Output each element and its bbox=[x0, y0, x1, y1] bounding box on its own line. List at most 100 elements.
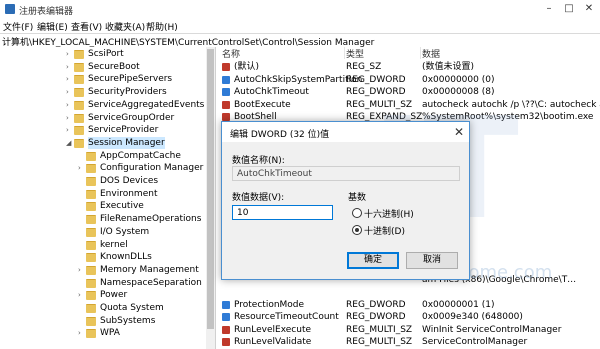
menu-view[interactable]: 查看(V) bbox=[71, 20, 102, 33]
value-row[interactable]: ProtectionMode REG_DWORD 0x00000001 (1) bbox=[216, 299, 600, 311]
menu-edit[interactable]: 编辑(E) bbox=[37, 20, 68, 33]
tree-item[interactable]: › ServiceAggregatedEvents bbox=[0, 99, 205, 111]
value-type: REG_MULTI_SZ bbox=[346, 324, 413, 335]
column-header-type[interactable]: 类型 bbox=[344, 47, 421, 60]
value-row[interactable]: ResourceTimeoutCount REG_DWORD 0x0009e340 … bbox=[216, 311, 600, 323]
binary-value-icon bbox=[222, 313, 230, 321]
tree-item-label[interactable]: WPA bbox=[100, 327, 120, 339]
value-row[interactable]: AutoChkSkipSystemPartition REG_DWORD 0x000… bbox=[216, 74, 600, 86]
tree-item[interactable]: › ServiceProvider bbox=[0, 124, 205, 136]
tree-item-label[interactable]: Quota System bbox=[100, 302, 164, 314]
collapsed-arrow-icon[interactable]: › bbox=[78, 327, 86, 339]
collapsed-arrow-icon[interactable]: › bbox=[66, 112, 74, 124]
tree-item-label[interactable]: SecurityProviders bbox=[88, 86, 167, 98]
tree-item[interactable]: Quota System bbox=[0, 302, 205, 314]
tree-item-label[interactable]: Executive bbox=[100, 200, 144, 212]
value-name: RunLevelExecute bbox=[234, 324, 312, 335]
cancel-button[interactable]: 取消 bbox=[406, 252, 458, 269]
folder-icon bbox=[74, 50, 84, 59]
tree-item-label[interactable]: ServiceProvider bbox=[88, 124, 158, 136]
collapsed-arrow-icon[interactable]: › bbox=[66, 73, 74, 85]
hex-radio-label[interactable]: 十六进制(H) bbox=[364, 207, 414, 220]
collapsed-arrow-icon[interactable]: › bbox=[66, 61, 74, 73]
maximize-icon[interactable]: □ bbox=[560, 0, 578, 18]
dialog-title-bar: 编辑 DWORD (32 位)值 ✕ bbox=[222, 122, 469, 142]
tree-item[interactable]: FileRenameOperations bbox=[0, 213, 205, 225]
collapsed-arrow-icon[interactable]: › bbox=[66, 48, 74, 60]
tree-item[interactable]: kernel bbox=[0, 239, 205, 251]
tree-item[interactable]: AppCompatCache bbox=[0, 150, 205, 162]
tree-item-label[interactable]: AppCompatCache bbox=[100, 150, 181, 162]
tree-item[interactable]: › SecurePipeServers bbox=[0, 73, 205, 85]
base-group-label: 基数 bbox=[348, 193, 367, 203]
column-header-name[interactable]: 名称 bbox=[216, 47, 345, 60]
tree-item[interactable]: › SecurityProviders bbox=[0, 86, 205, 98]
tree-item-label[interactable]: Power bbox=[100, 289, 127, 301]
tree-item[interactable]: KnownDLLs bbox=[0, 251, 205, 263]
tree-item-label[interactable]: KnownDLLs bbox=[100, 251, 152, 263]
tree-item[interactable]: › Configuration Manager bbox=[0, 162, 205, 174]
tree-item-label[interactable]: SecurePipeServers bbox=[88, 73, 172, 85]
tree-item-label[interactable]: ServiceAggregatedEvents bbox=[88, 99, 204, 111]
menu-help[interactable]: 帮助(H) bbox=[146, 20, 178, 33]
tree-item[interactable]: › SecureBoot bbox=[0, 61, 205, 73]
decimal-radio[interactable] bbox=[352, 225, 362, 235]
tree-item[interactable]: Executive bbox=[0, 200, 205, 212]
collapsed-arrow-icon[interactable]: › bbox=[66, 86, 74, 98]
window-title: 注册表编辑器 bbox=[19, 7, 74, 17]
value-data-input[interactable]: 10 bbox=[232, 205, 333, 220]
folder-icon bbox=[74, 75, 84, 85]
tree-item[interactable]: DOS Devices bbox=[0, 175, 205, 187]
collapsed-arrow-icon[interactable]: › bbox=[78, 264, 86, 276]
menu-file[interactable]: 文件(F) bbox=[3, 20, 33, 33]
tree-scrollbar-thumb[interactable] bbox=[207, 49, 214, 329]
tree-item-label[interactable]: NamespaceSeparation bbox=[100, 277, 202, 289]
folder-icon bbox=[86, 189, 96, 199]
tree-item-label[interactable]: SecureBoot bbox=[88, 61, 140, 73]
tree-item[interactable]: ◢ Session Manager bbox=[0, 136, 205, 149]
expanded-arrow-icon[interactable]: ◢ bbox=[66, 137, 74, 149]
tree-item-label[interactable]: ServiceGroupOrder bbox=[88, 112, 174, 124]
tree-item[interactable]: › Memory Management bbox=[0, 264, 205, 276]
tree-item[interactable]: › Power bbox=[0, 289, 205, 301]
tree-item-label[interactable]: kernel bbox=[100, 239, 128, 251]
close-icon[interactable]: ✕ bbox=[580, 0, 598, 18]
tree-item-label[interactable]: DOS Devices bbox=[100, 175, 158, 187]
value-data-label: 数值数据(V): bbox=[232, 193, 285, 203]
tree-item[interactable]: › ServiceGroupOrder bbox=[0, 112, 205, 124]
tree-scrollbar[interactable] bbox=[206, 47, 215, 349]
value-row[interactable]: (默认) REG_SZ (数值未设置) bbox=[216, 61, 600, 73]
collapsed-arrow-icon[interactable]: › bbox=[78, 162, 86, 174]
tree-item[interactable]: › WPA bbox=[0, 327, 205, 339]
dialog-title: 编辑 DWORD (32 位)值 bbox=[230, 130, 330, 140]
tree-item-label[interactable]: FileRenameOperations bbox=[100, 213, 201, 225]
tree-item[interactable]: SubSystems bbox=[0, 315, 205, 327]
tree-item-label[interactable]: ScsiPort bbox=[88, 48, 124, 60]
tree-item[interactable]: › ScsiPort bbox=[0, 48, 205, 60]
tree-item-label[interactable]: Session Manager bbox=[88, 136, 165, 149]
tree-item-label[interactable]: Configuration Manager bbox=[100, 162, 203, 174]
hex-radio[interactable] bbox=[352, 208, 362, 218]
value-row[interactable] bbox=[216, 286, 600, 298]
dialog-close-icon[interactable]: ✕ bbox=[454, 125, 464, 139]
collapsed-arrow-icon[interactable]: › bbox=[66, 99, 74, 111]
ok-button[interactable]: 确定 bbox=[347, 252, 399, 269]
tree-item-label[interactable]: I/O System bbox=[100, 226, 149, 238]
tree-item-label[interactable]: Memory Management bbox=[100, 264, 199, 276]
tree-item-label[interactable]: Environment bbox=[100, 188, 157, 200]
address-bar[interactable]: 计算机\HKEY_LOCAL_MACHINE\SYSTEM\CurrentCon… bbox=[0, 33, 600, 48]
collapsed-arrow-icon[interactable]: › bbox=[78, 289, 86, 301]
tree-item[interactable]: I/O System bbox=[0, 226, 205, 238]
collapsed-arrow-icon[interactable]: › bbox=[66, 124, 74, 136]
value-row[interactable]: RunLevelExecute REG_MULTI_SZ WinInit Servi… bbox=[216, 324, 600, 336]
value-row[interactable]: RunLevelValidate REG_MULTI_SZ ServiceContr… bbox=[216, 336, 600, 348]
menu-favorites[interactable]: 收藏夹(A) bbox=[105, 20, 145, 33]
column-header-data[interactable]: 数据 bbox=[420, 47, 600, 60]
folder-icon bbox=[86, 265, 96, 275]
tree-item[interactable]: Environment bbox=[0, 188, 205, 200]
tree-item[interactable]: NamespaceSeparation bbox=[0, 277, 205, 289]
minimize-icon[interactable]: – bbox=[540, 0, 558, 18]
tree-item-label[interactable]: SubSystems bbox=[100, 315, 155, 327]
decimal-radio-label[interactable]: 十进制(D) bbox=[364, 224, 405, 237]
value-type: REG_DWORD bbox=[346, 312, 406, 322]
